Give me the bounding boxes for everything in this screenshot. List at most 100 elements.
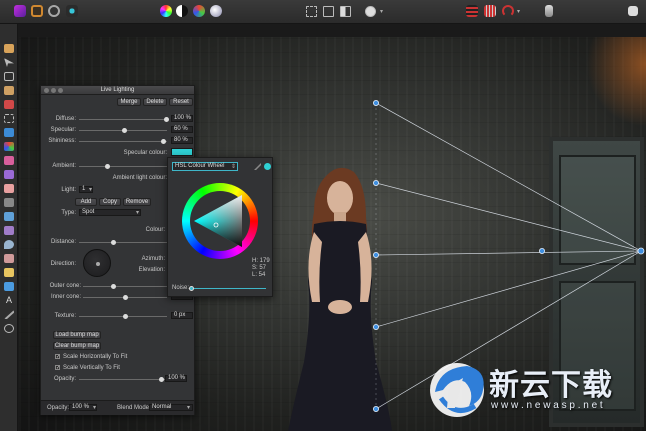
colour-label: Colour: xyxy=(145,227,165,233)
colour-replace-icon[interactable] xyxy=(4,170,14,179)
white-balance-icon[interactable] xyxy=(210,5,222,17)
app-window: ▾ ▾ A Live Lighting Merge Delete Reset D… xyxy=(0,0,646,431)
distance-label: Distance: xyxy=(50,239,76,245)
opacity-slider[interactable] xyxy=(79,377,167,382)
move-tool-icon[interactable] xyxy=(4,58,14,67)
light-handle[interactable] xyxy=(372,100,379,107)
shininess-field[interactable]: 80 % xyxy=(171,137,193,144)
crop-icon[interactable] xyxy=(323,6,334,17)
noise-slider[interactable] xyxy=(189,286,266,291)
marquee-tool-icon[interactable] xyxy=(4,114,14,123)
reset-button[interactable]: Reset xyxy=(169,98,193,106)
diffuse-field[interactable]: 100 % xyxy=(171,115,193,122)
opacity-field[interactable]: 100 % xyxy=(165,375,187,382)
erase-brush-icon[interactable] xyxy=(4,184,14,193)
texture-slider[interactable] xyxy=(79,314,167,319)
healing-brush-icon[interactable] xyxy=(4,226,14,235)
merge-button[interactable]: Merge xyxy=(117,98,141,106)
specular-field[interactable]: 60 % xyxy=(171,126,193,133)
gradient-tool-icon[interactable] xyxy=(4,142,14,151)
add-light-button[interactable]: Add xyxy=(75,198,97,206)
light-handle[interactable] xyxy=(539,247,546,254)
diffuse-slider[interactable] xyxy=(79,117,169,122)
lightness-value: L: 54 xyxy=(252,272,266,278)
shape-tool-icon[interactable] xyxy=(4,282,14,291)
light-label: Light: xyxy=(61,187,76,193)
shininess-slider[interactable] xyxy=(79,139,167,144)
minimize-icon[interactable] xyxy=(51,88,56,93)
colour-picker-tool-icon[interactable] xyxy=(4,310,14,319)
clear-bump-map-button[interactable]: Clear bump map xyxy=(53,342,101,350)
colour-balance-icon[interactable] xyxy=(193,5,205,17)
mask-icon[interactable] xyxy=(340,6,351,17)
text-tool-icon[interactable]: A xyxy=(4,296,14,305)
flood-select-icon[interactable] xyxy=(4,100,14,109)
light-handle[interactable] xyxy=(372,251,379,258)
zoom-tool-icon[interactable] xyxy=(4,324,14,333)
scale-horizontal-label: Scale Horizontally To Fit xyxy=(63,354,128,360)
delete-button[interactable]: Delete xyxy=(143,98,167,106)
load-bump-map-button[interactable]: Load bump map xyxy=(53,331,101,339)
red-eye-icon[interactable] xyxy=(4,254,14,263)
undo-icon[interactable] xyxy=(502,5,514,17)
affinity-logo-icon[interactable] xyxy=(14,5,26,17)
chevron-down-icon[interactable]: ▾ xyxy=(517,8,520,15)
contrast-icon[interactable] xyxy=(176,5,188,17)
maximize-icon[interactable] xyxy=(58,88,63,93)
export-persona-icon[interactable] xyxy=(66,5,78,17)
tools-panel: A xyxy=(0,24,18,431)
dodge-tool-icon[interactable] xyxy=(4,198,14,207)
panel-title-bar[interactable]: Live Lighting xyxy=(41,86,194,95)
scale-vertical-checkbox[interactable]: ✓ xyxy=(55,365,60,371)
colour-picker-popover: HSL Colour Wheel ⇕ H: 179 S: 57 L: 54 No… xyxy=(167,157,273,297)
assistant-icon[interactable] xyxy=(545,5,553,17)
chevron-updown-icon: ⇕ xyxy=(231,164,237,170)
diffuse-label: Diffuse: xyxy=(55,116,76,122)
pen-tool-icon[interactable] xyxy=(4,268,14,277)
close-icon[interactable] xyxy=(44,88,49,93)
ambient-slider[interactable] xyxy=(79,164,167,169)
ambient-colour-label: Ambient light colour: xyxy=(112,175,167,181)
distance-slider[interactable] xyxy=(79,240,167,245)
light-handle[interactable] xyxy=(372,405,379,412)
direction-dial[interactable] xyxy=(83,249,111,277)
status-opacity-label: Opacity: xyxy=(47,405,70,411)
type-label: Type: xyxy=(61,210,76,216)
specular-colour-swatch[interactable] xyxy=(171,148,193,156)
remove-light-button[interactable]: Remove xyxy=(123,198,151,206)
scale-horizontal-checkbox[interactable]: ✓ xyxy=(55,354,60,360)
light-target-handle[interactable] xyxy=(637,247,645,255)
hue-value: H: 179 xyxy=(252,258,270,264)
color-swatch-icon[interactable] xyxy=(628,6,638,16)
develop-persona-icon[interactable] xyxy=(31,5,43,17)
copy-light-button[interactable]: Copy xyxy=(99,198,121,206)
brush-icon[interactable] xyxy=(466,5,478,17)
colour-mode-dropdown[interactable]: HSL Colour Wheel xyxy=(172,162,238,171)
crop-tool-icon[interactable] xyxy=(4,72,14,81)
clone-tool-icon[interactable] xyxy=(4,212,14,221)
saturation-lightness-triangle[interactable] xyxy=(186,191,254,251)
blur-tool-icon[interactable] xyxy=(4,240,14,249)
light-handle[interactable] xyxy=(372,179,379,186)
marquee-icon[interactable] xyxy=(306,6,317,17)
inner-cone-slider[interactable] xyxy=(83,295,167,300)
paint-brush-icon[interactable] xyxy=(4,156,14,165)
chevron-down-icon: ▾ xyxy=(136,210,140,216)
snapping-icon[interactable] xyxy=(484,5,496,17)
view-tool-icon[interactable] xyxy=(4,44,14,53)
selection-brush-icon[interactable] xyxy=(4,86,14,95)
type-dropdown[interactable]: Spot xyxy=(79,209,141,216)
current-colour-swatch[interactable] xyxy=(264,163,271,170)
watermark-brand: 新云下载 xyxy=(489,369,613,402)
liquify-persona-icon[interactable] xyxy=(48,5,60,17)
quick-mask-icon[interactable] xyxy=(365,6,376,17)
outer-cone-slider[interactable] xyxy=(83,284,167,289)
eyedropper-icon[interactable] xyxy=(254,163,261,170)
texture-field[interactable]: 0 px xyxy=(171,312,193,319)
flood-fill-icon[interactable] xyxy=(4,128,14,137)
context-bar: Opacity: 100 % ▾ Blend Mode: Normal ▾ xyxy=(41,400,194,415)
chevron-down-icon[interactable]: ▾ xyxy=(380,8,383,15)
colour-wheel-icon[interactable] xyxy=(160,5,172,17)
light-handle[interactable] xyxy=(372,323,379,330)
specular-slider[interactable] xyxy=(79,128,167,133)
